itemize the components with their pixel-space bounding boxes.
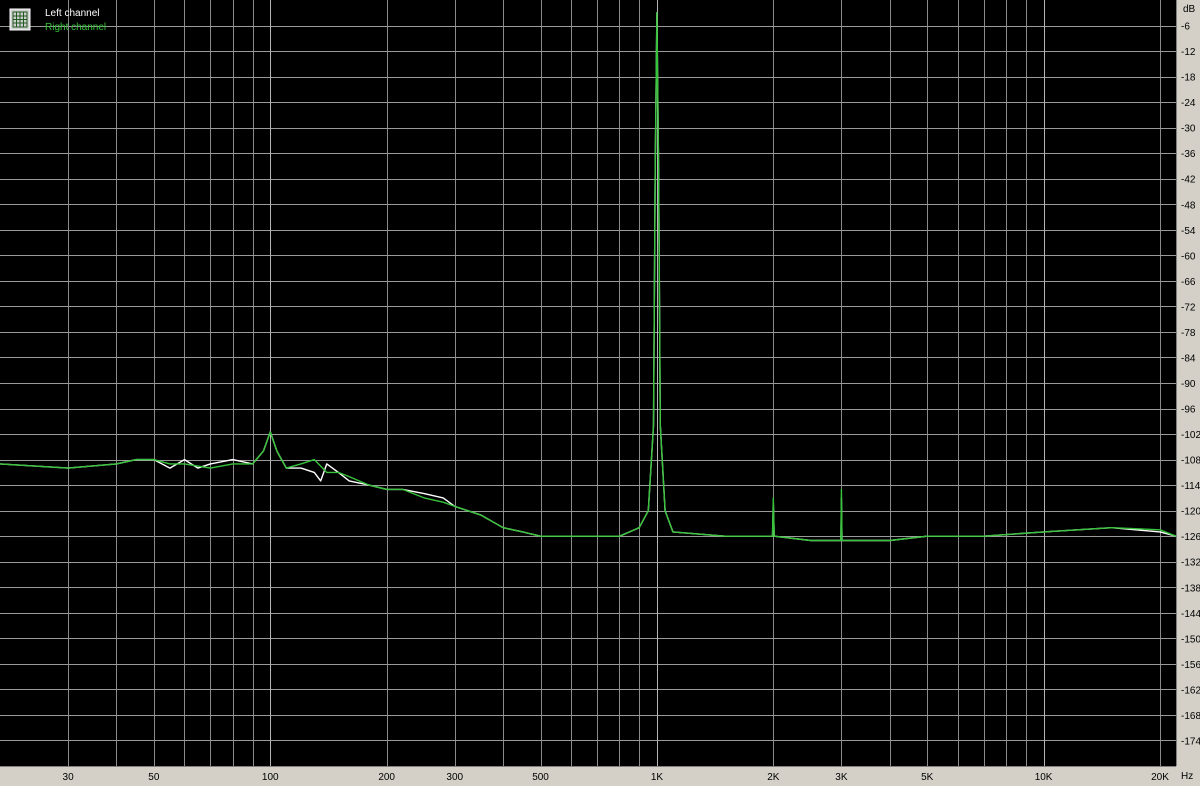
- x-tick-label: 200: [378, 772, 395, 783]
- y-tick-label: -102: [1181, 430, 1200, 441]
- y-tick-label: -132: [1181, 558, 1200, 569]
- y-axis: -6 -12 -18 -24 -30 -36 -42 -48 -54 -60 -66 -72 -78 -8…: [1181, 22, 1200, 748]
- y-tick-label: -6: [1181, 22, 1190, 33]
- y-unit-label: dB: [1183, 4, 1196, 15]
- legend-entry-left-channel: Left channel: [45, 8, 100, 19]
- y-tick-label: -150: [1181, 634, 1200, 645]
- y-tick-label: -96: [1181, 405, 1196, 416]
- y-tick-label: -18: [1181, 73, 1196, 84]
- y-tick-label: -48: [1181, 200, 1196, 211]
- spectrum-analyzer: -6 -12 -18 -24 -30 -36 -42 -48 -54 -60 -66 -72 -78 -8…: [0, 0, 1200, 786]
- y-tick-label: -144: [1181, 609, 1200, 620]
- x-tick-label: 300: [446, 772, 463, 783]
- y-tick-label: -72: [1181, 302, 1196, 313]
- y-tick-label: -168: [1181, 711, 1200, 722]
- legend-button[interactable]: [9, 8, 31, 31]
- x-tick-label: 3K: [835, 772, 848, 783]
- x-tick-label: 5K: [921, 772, 934, 783]
- legend-entry-right-channel: Right channel: [45, 22, 106, 33]
- y-tick-label: -84: [1181, 353, 1196, 364]
- y-tick-label: -156: [1181, 660, 1200, 671]
- y-tick-label: -120: [1181, 507, 1200, 518]
- y-tick-label: -114: [1181, 481, 1200, 492]
- y-tick-label: -138: [1181, 583, 1200, 594]
- x-tick-label: 20K: [1151, 772, 1169, 783]
- y-tick-label: -162: [1181, 685, 1200, 696]
- x-tick-label: 2K: [767, 772, 780, 783]
- y-tick-label: -174: [1181, 736, 1200, 747]
- x-tick-label: 50: [148, 772, 160, 783]
- y-tick-label: -90: [1181, 379, 1196, 390]
- y-tick-label: -12: [1181, 47, 1196, 58]
- y-tick-label: -108: [1181, 456, 1200, 467]
- x-tick-label: 500: [532, 772, 549, 783]
- y-tick-label: -126: [1181, 532, 1200, 543]
- y-tick-label: -54: [1181, 226, 1196, 237]
- x-unit-label: Hz: [1181, 771, 1193, 782]
- spectrum-chart: -6 -12 -18 -24 -30 -36 -42 -48 -54 -60 -66 -72 -78 -8…: [0, 0, 1200, 783]
- x-tick-label: 10K: [1035, 772, 1053, 783]
- y-tick-label: -78: [1181, 328, 1196, 339]
- y-tick-label: -66: [1181, 277, 1196, 288]
- x-tick-label: 100: [262, 772, 279, 783]
- y-tick-label: -30: [1181, 124, 1196, 135]
- y-tick-label: -60: [1181, 251, 1196, 262]
- y-tick-label: -36: [1181, 149, 1196, 160]
- x-tick-label: 1K: [651, 772, 664, 783]
- x-tick-label: 30: [63, 772, 75, 783]
- x-axis: 30 50 100 200 300 500 1K 2K 3K 5K 10K 20K: [63, 772, 1170, 783]
- y-tick-label: -42: [1181, 175, 1196, 186]
- y-tick-label: -24: [1181, 98, 1196, 109]
